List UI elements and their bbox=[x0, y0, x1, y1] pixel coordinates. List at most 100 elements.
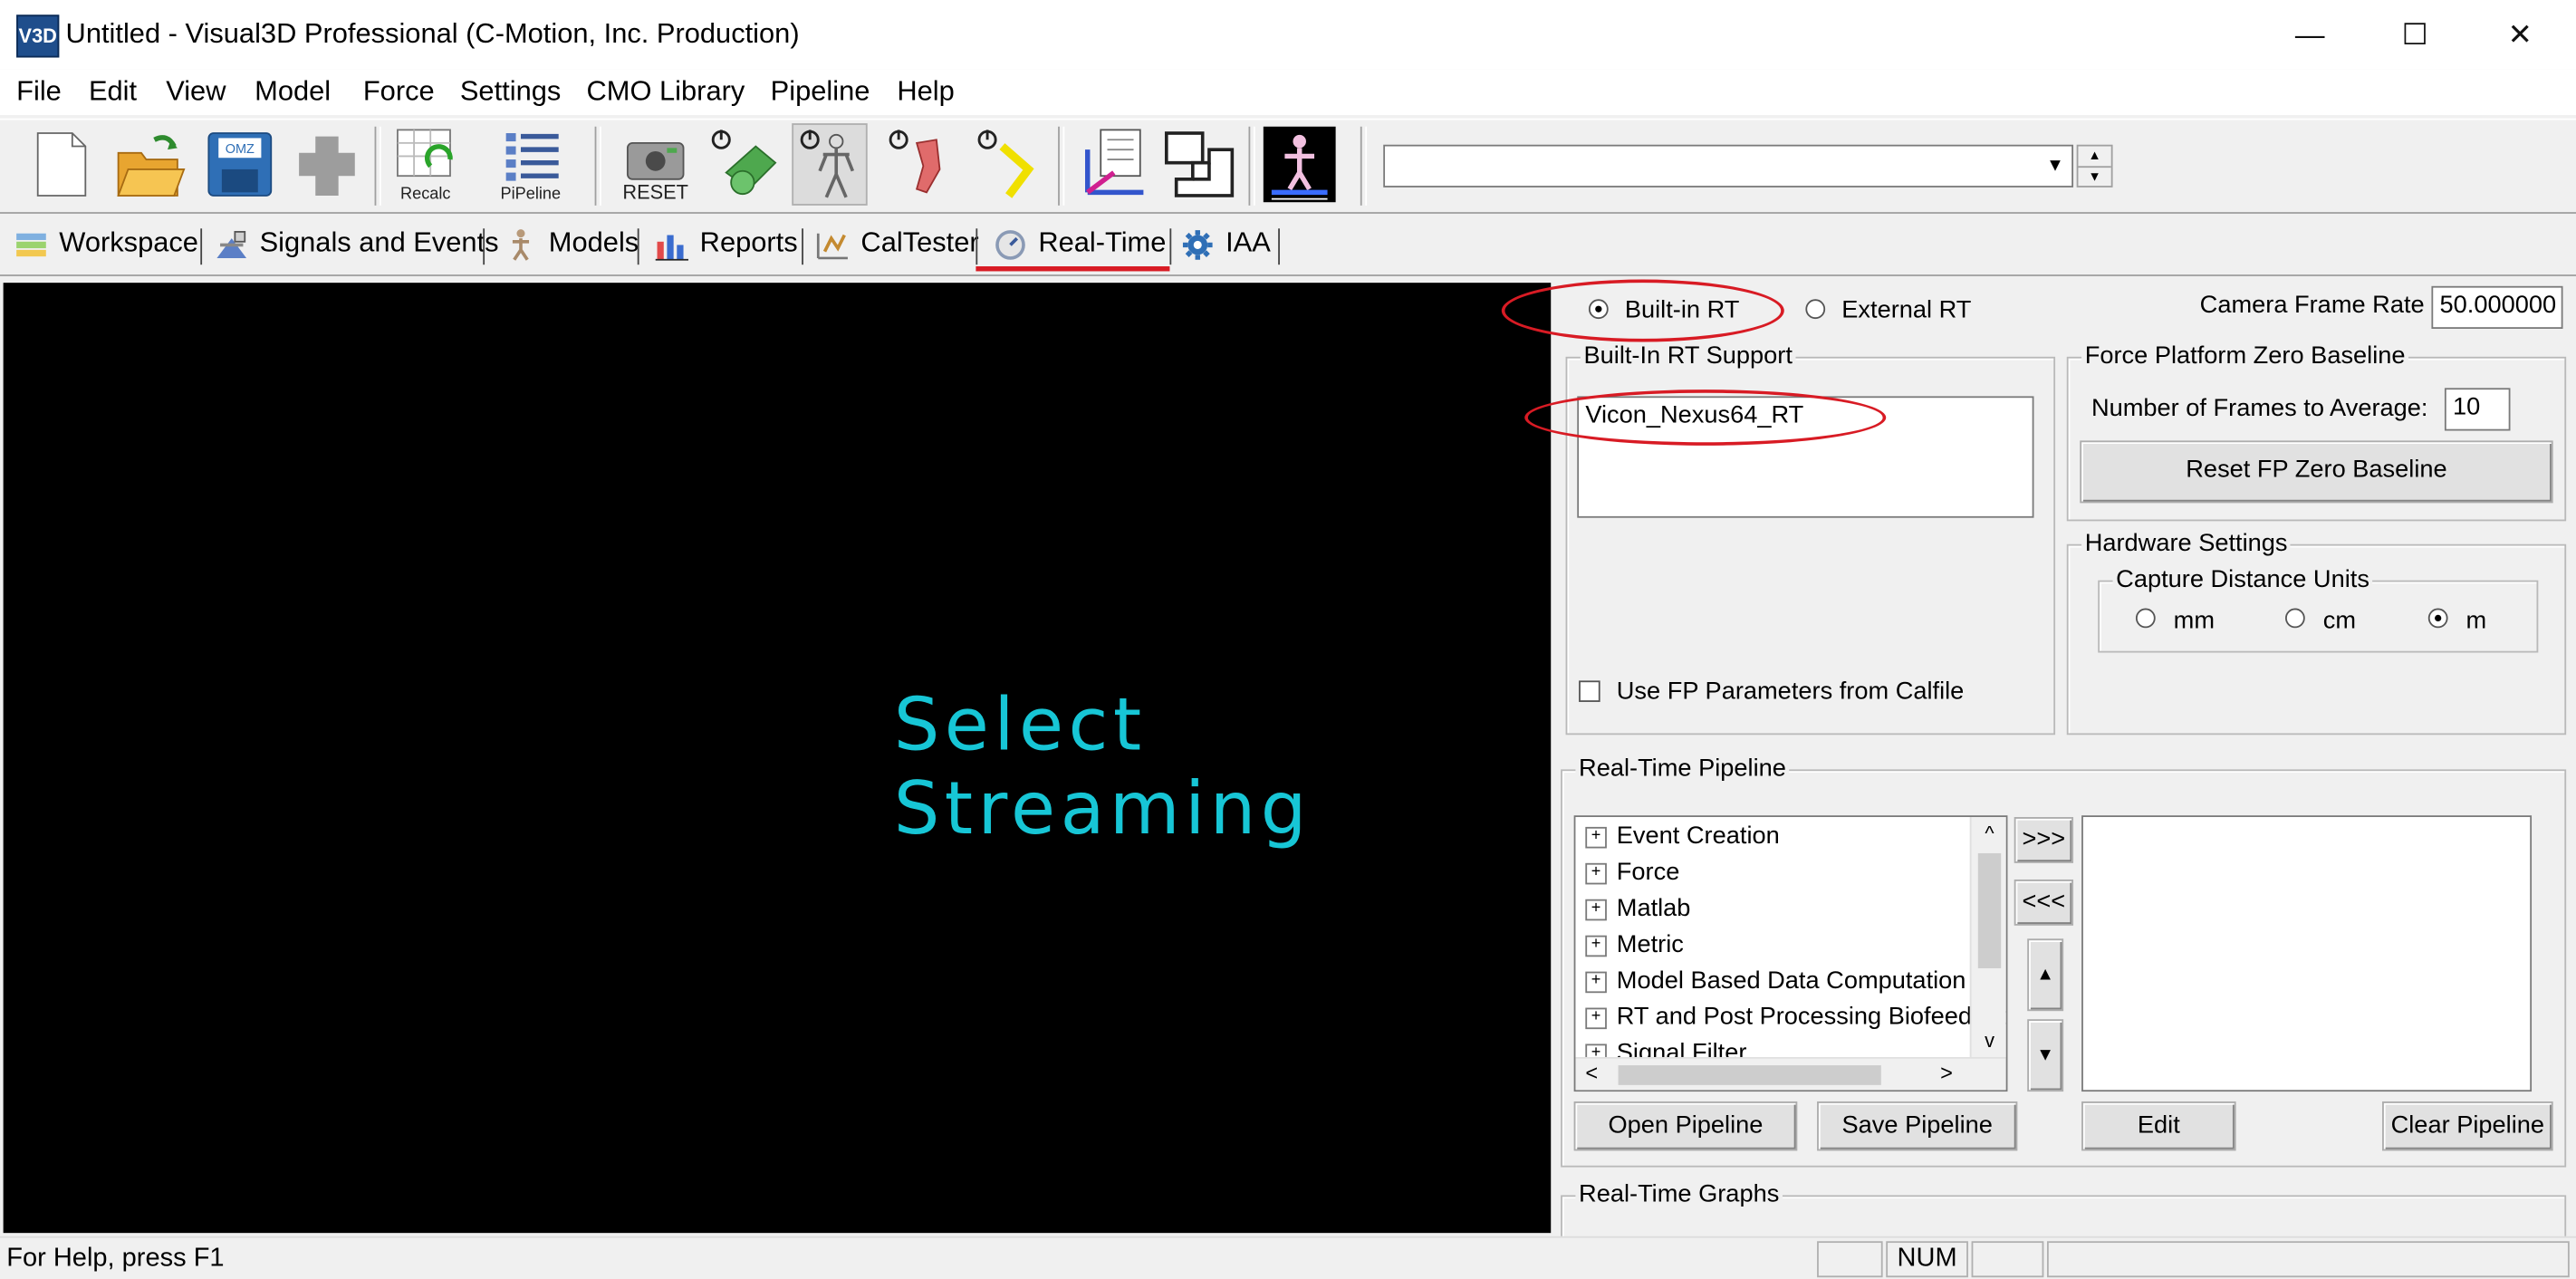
tree-item[interactable]: + Metric bbox=[1585, 930, 1684, 966]
expand-icon[interactable]: + bbox=[1585, 861, 1607, 884]
pipeline-command-tree[interactable]: + Event Creation + Force + Matlab + Metric +… bbox=[1573, 815, 2008, 1092]
tree-item[interactable]: + Model Based Data Computation bbox=[1585, 966, 1966, 1003]
power-marker-button[interactable] bbox=[703, 123, 778, 206]
unit-m-label[interactable]: m bbox=[2466, 607, 2487, 635]
spin-down-icon[interactable]: ▼ bbox=[2078, 168, 2110, 188]
open-file-button[interactable] bbox=[111, 123, 187, 206]
expand-icon[interactable]: + bbox=[1585, 970, 1607, 993]
pipeline-icon bbox=[505, 133, 559, 181]
report-axes-icon bbox=[1085, 129, 1144, 196]
use-fp-parameters-checkbox[interactable] bbox=[1579, 680, 1600, 702]
reset-button[interactable]: RESET bbox=[618, 123, 693, 206]
tree-vertical-scrollbar[interactable]: ^ v bbox=[1969, 817, 2006, 1057]
scroll-right-icon[interactable]: > bbox=[1940, 1061, 1953, 1085]
unit-mm-label[interactable]: mm bbox=[2174, 607, 2215, 635]
menu-cmo-library[interactable]: CMO Library bbox=[587, 75, 745, 108]
menu-edit[interactable]: Edit bbox=[89, 75, 137, 108]
rt-support-listbox[interactable]: Vicon_Nexus64_RT bbox=[1577, 396, 2034, 518]
avatar-view-button[interactable] bbox=[1262, 123, 1337, 206]
workspace-layers-icon bbox=[16, 232, 46, 256]
power-green-icon bbox=[711, 130, 777, 196]
unit-cm-radio[interactable] bbox=[2284, 608, 2305, 629]
expand-icon[interactable]: + bbox=[1585, 898, 1607, 920]
app-icon: V3D bbox=[16, 14, 60, 58]
tab-real-time[interactable]: Real-Time bbox=[993, 222, 1166, 264]
edit-pipeline-button[interactable]: Edit bbox=[2081, 1101, 2236, 1151]
use-fp-parameters-label[interactable]: Use FP Parameters from Calfile bbox=[1617, 678, 1965, 706]
new-file-button[interactable] bbox=[23, 123, 98, 206]
camera-frame-rate-input[interactable]: 50.000000 bbox=[2431, 285, 2563, 329]
add-command-button[interactable]: >>> bbox=[2014, 817, 2074, 863]
menu-pipeline[interactable]: Pipeline bbox=[771, 75, 870, 108]
tab-models[interactable]: Models bbox=[503, 222, 639, 264]
reset-fp-zero-baseline-button[interactable]: Reset FP Zero Baseline bbox=[2080, 440, 2553, 504]
recalc-button[interactable]: Recalc bbox=[388, 123, 463, 206]
open-pipeline-button[interactable]: Open Pipeline bbox=[1573, 1101, 1798, 1151]
tree-horizontal-scrollbar[interactable]: < > bbox=[1575, 1056, 2006, 1091]
power-red-segment-icon bbox=[889, 130, 941, 194]
open-folder-icon bbox=[117, 135, 186, 197]
spin-up-icon[interactable]: ▲ bbox=[2078, 147, 2111, 168]
power-skeleton-button[interactable] bbox=[792, 123, 868, 206]
list-item[interactable]: Vicon_Nexus64_RT bbox=[1585, 401, 2025, 429]
unit-mm-radio[interactable] bbox=[2135, 608, 2156, 629]
move-up-button[interactable]: ▲ bbox=[2027, 938, 2064, 1012]
builtin-rt-label[interactable]: Built-in RT bbox=[1625, 296, 1740, 324]
model-figure-icon bbox=[512, 228, 530, 260]
tab-signals-and-events[interactable]: Signals and Events bbox=[214, 222, 499, 264]
minimize-button[interactable]: — bbox=[2261, 10, 2360, 59]
tab-separator bbox=[1278, 228, 1280, 265]
remove-command-button[interactable]: <<< bbox=[2014, 879, 2074, 926]
scroll-left-icon[interactable]: < bbox=[1585, 1061, 1598, 1085]
windows-stack-button[interactable] bbox=[1160, 123, 1235, 206]
tab-caltester[interactable]: CalTester bbox=[815, 222, 979, 264]
scrollbar-thumb[interactable] bbox=[1977, 852, 2002, 968]
maximize-button[interactable]: ☐ bbox=[2366, 10, 2465, 59]
tab-iaa[interactable]: IAA bbox=[1179, 222, 1271, 264]
scroll-down-icon[interactable]: v bbox=[1972, 1024, 2006, 1057]
workspace-tabbar: Workspace Signals and Events Models Repo… bbox=[0, 215, 2576, 276]
command-combobox[interactable]: ▼ bbox=[1383, 144, 2074, 188]
menu-model[interactable]: Model bbox=[255, 75, 331, 108]
chevron-down-icon[interactable]: ▼ bbox=[2043, 151, 2069, 181]
unit-m-radio[interactable] bbox=[2427, 608, 2448, 629]
pipeline-listbox[interactable] bbox=[2081, 815, 2533, 1092]
save-pipeline-button[interactable]: Save Pipeline bbox=[1817, 1101, 2018, 1151]
menu-settings[interactable]: Settings bbox=[460, 75, 561, 108]
external-rt-radio[interactable] bbox=[1805, 299, 1826, 320]
move-down-button[interactable]: ▼ bbox=[2027, 1019, 2064, 1092]
pipeline-button[interactable]: PiPeline bbox=[493, 123, 568, 206]
tab-separator bbox=[637, 228, 639, 265]
disabled-tool-button[interactable] bbox=[289, 123, 364, 206]
expand-icon[interactable]: + bbox=[1585, 1006, 1607, 1029]
frames-to-average-input[interactable]: 10 bbox=[2444, 388, 2511, 431]
close-button[interactable]: ✕ bbox=[2471, 10, 2570, 59]
menu-view[interactable]: View bbox=[166, 75, 226, 108]
tab-reports[interactable]: Reports bbox=[654, 222, 798, 264]
power-segment-button[interactable] bbox=[880, 123, 956, 206]
tab-label: IAA bbox=[1226, 226, 1271, 258]
expand-icon[interactable]: + bbox=[1585, 826, 1607, 848]
menu-help[interactable]: Help bbox=[897, 75, 954, 108]
skeleton-icon bbox=[800, 130, 855, 198]
spin-control[interactable]: ▲ ▼ bbox=[2076, 144, 2113, 188]
scrollbar-thumb[interactable] bbox=[1618, 1065, 1881, 1085]
power-yellow-button[interactable] bbox=[969, 123, 1044, 206]
unit-cm-label[interactable]: cm bbox=[2323, 607, 2356, 635]
expand-icon[interactable]: + bbox=[1585, 934, 1607, 957]
builtin-rt-radio[interactable] bbox=[1588, 299, 1609, 320]
clear-pipeline-button[interactable]: Clear Pipeline bbox=[2382, 1101, 2553, 1151]
report-graph-button[interactable] bbox=[1074, 123, 1149, 206]
menu-file[interactable]: File bbox=[16, 75, 62, 108]
menu-force[interactable]: Force bbox=[363, 75, 435, 108]
external-rt-label[interactable]: External RT bbox=[1841, 296, 1971, 324]
tree-item[interactable]: + Matlab bbox=[1585, 894, 1690, 930]
tab-workspace[interactable]: Workspace bbox=[14, 222, 198, 264]
save-button[interactable]: OMZ bbox=[200, 123, 275, 206]
scroll-up-icon[interactable]: ^ bbox=[1972, 817, 2006, 850]
3d-viewport[interactable]: Select Streaming bbox=[3, 283, 1552, 1234]
tree-item[interactable]: + RT and Post Processing Biofeedback bbox=[1585, 1003, 2006, 1039]
tree-item[interactable]: + Event Creation bbox=[1585, 822, 1780, 858]
tree-item-label: Model Based Data Computation bbox=[1616, 966, 1966, 995]
tree-item[interactable]: + Force bbox=[1585, 858, 1679, 894]
